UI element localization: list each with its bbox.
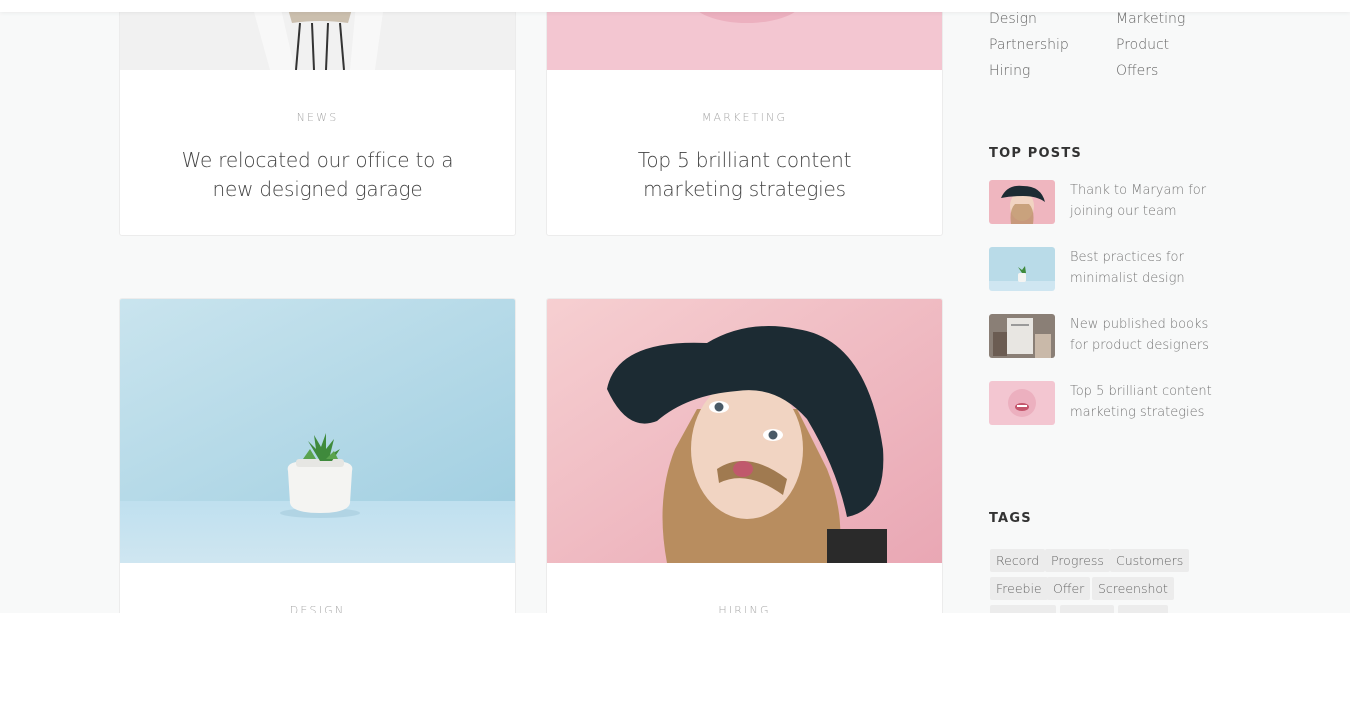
post-card-body: Hiring (547, 563, 942, 613)
post-title[interactable]: Top 5 brilliant content marketing strate… (595, 146, 895, 204)
top-post-item[interactable]: Top 5 brilliant content marketing strate… (989, 381, 1229, 425)
page-viewport: News We relocated our office to a new de… (0, 0, 1350, 613)
post-image-woman-hat[interactable] (547, 299, 942, 563)
category-link-product[interactable]: Product (1116, 37, 1169, 53)
post-card-body: Design (120, 563, 515, 613)
tag-progress[interactable]: Progress (1045, 549, 1110, 572)
category-link-hiring[interactable]: Hiring (989, 63, 1030, 79)
post-category[interactable]: Marketing (547, 111, 942, 124)
plant-image (120, 299, 515, 563)
post-card-body: News We relocated our office to a new de… (120, 70, 515, 204)
post-card[interactable]: News We relocated our office to a new de… (119, 0, 516, 236)
tag-customers[interactable]: Customers (1110, 549, 1190, 572)
top-post-item[interactable]: Thank to Maryam for joining our team (989, 180, 1229, 224)
post-card[interactable]: Design (119, 298, 516, 613)
book-thumb[interactable] (989, 314, 1055, 358)
post-card[interactable]: Marketing Top 5 brilliant content market… (546, 0, 943, 236)
top-post-title[interactable]: Thank to Maryam for joining our team (1070, 180, 1220, 222)
top-post-title[interactable]: New published books for product designer… (1070, 314, 1220, 356)
top-post-item[interactable]: New published books for product designer… (989, 314, 1229, 358)
category-link-offers[interactable]: Offers (1116, 63, 1158, 79)
post-title[interactable]: We relocated our office to a new designe… (168, 146, 468, 204)
tag-freebie[interactable]: Freebie (990, 577, 1048, 600)
tag-record[interactable]: Record (990, 549, 1046, 572)
tag-screenshot[interactable]: Screenshot (1092, 577, 1174, 600)
tag-partial[interactable] (1118, 605, 1168, 613)
top-posts-heading: Top Posts (989, 146, 1082, 161)
top-post-title[interactable]: Best practices for minimalist design (1070, 247, 1220, 289)
tag-partial[interactable] (990, 605, 1056, 613)
post-card[interactable]: Hiring (546, 298, 943, 613)
top-navbar (0, 0, 1350, 12)
top-post-title[interactable]: Top 5 brilliant content marketing strate… (1070, 381, 1220, 423)
post-category[interactable]: Hiring (547, 604, 942, 613)
lips-thumb[interactable] (989, 381, 1055, 425)
post-image-plant[interactable] (120, 299, 515, 563)
tag-partial[interactable] (1060, 605, 1114, 613)
post-card-body: Marketing Top 5 brilliant content market… (547, 70, 942, 204)
category-link-design[interactable]: Design (989, 11, 1037, 27)
tag-offer[interactable]: Offer (1047, 577, 1091, 600)
plant-thumb[interactable] (989, 247, 1055, 291)
category-link-partnership[interactable]: Partnership (989, 37, 1069, 53)
top-post-item[interactable]: Best practices for minimalist design (989, 247, 1229, 291)
post-category[interactable]: News (120, 111, 515, 124)
woman-hat-thumb[interactable] (989, 180, 1055, 224)
category-link-marketing[interactable]: Marketing (1116, 11, 1185, 27)
tags-heading: Tags (989, 511, 1032, 526)
woman-hat-image (547, 299, 942, 563)
post-category[interactable]: Design (120, 604, 515, 613)
